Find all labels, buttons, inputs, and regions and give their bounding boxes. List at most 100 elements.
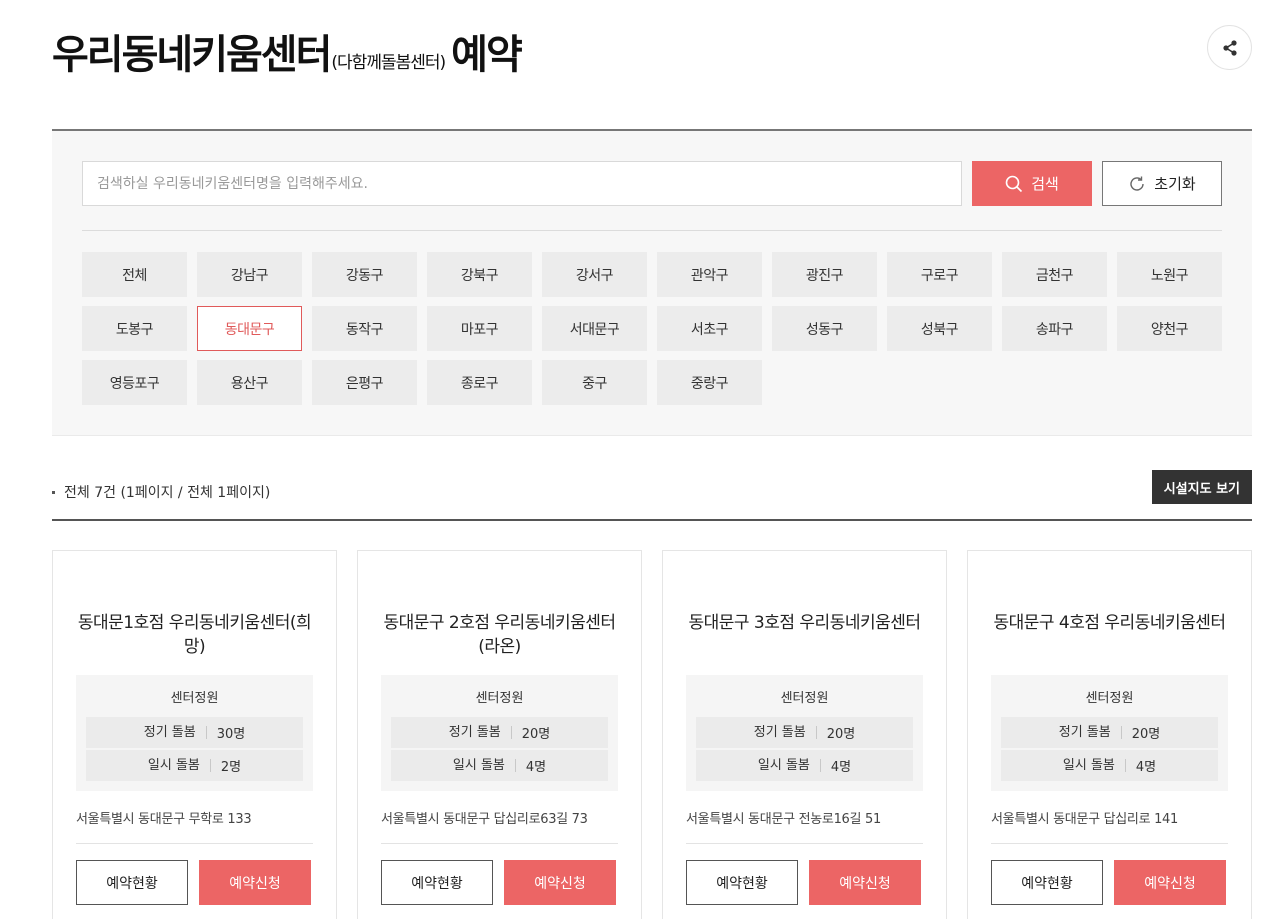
district-item[interactable]: 전체 bbox=[82, 252, 187, 297]
capacity-box: 센터정원정기 돌봄 30명일시 돌봄 2명 bbox=[76, 675, 313, 791]
center-card: 동대문구 2호점 우리동네키움센터(라온) 센터정원 정기 돌봄 20명 일시 돌봄 4명… bbox=[357, 550, 642, 919]
regular-care-value: 20명 bbox=[1131, 727, 1161, 742]
district-item[interactable]: 광진구 bbox=[772, 252, 877, 297]
temporary-care-value: 2명 bbox=[220, 760, 242, 775]
center-address: 서울특별시 동대문구 답십리로 141 bbox=[991, 812, 1178, 827]
reservation-status-button[interactable]: 예약현황 bbox=[686, 860, 798, 905]
capacity-title: 센터정원 bbox=[170, 691, 219, 706]
district-item[interactable]: 강서구 bbox=[542, 252, 647, 297]
district-filter: 전체 강남구 강동구 강북구 강서구 관악구 광진구 구로구 금천구 노원구도봉구 동대문구 동작구 마… bbox=[82, 252, 1232, 405]
temporary-care-label: 일시 돌봄 bbox=[148, 759, 211, 772]
district-item[interactable]: 구로구 bbox=[887, 252, 992, 297]
regular-care-row: 정기 돌봄 20명 bbox=[1001, 717, 1218, 748]
center-card: 동대문구 4호점 우리동네키움센터센터정원정기 돌봄 20명일시 돌봄 4명서울특별… bbox=[967, 550, 1252, 919]
regular-care-label: 정기 돌봄 bbox=[449, 726, 512, 739]
share-button[interactable] bbox=[1207, 25, 1252, 70]
district-item[interactable]: 중구 bbox=[542, 360, 647, 405]
district-item[interactable]: 중랑구 bbox=[657, 360, 762, 405]
divider bbox=[991, 843, 1228, 844]
district-item[interactable]: 성북구 bbox=[887, 306, 992, 351]
page-title-main: 우리동네키움센터 bbox=[52, 32, 332, 78]
facility-map-button[interactable]: 시설지도 보기 bbox=[1151, 470, 1252, 504]
center-address: 서울특별시 동대문구 무학로 133 bbox=[76, 812, 252, 827]
temporary-care-row: 일시 돌봄 4명 bbox=[696, 750, 913, 781]
district-item[interactable]: 도봉구 bbox=[82, 306, 187, 351]
district-item[interactable]: 노원구 bbox=[1117, 252, 1222, 297]
divider bbox=[686, 843, 923, 844]
search-panel: 검색 초기화 전체강남구강동구강북구강서구관악구광진구구로구금천구노원구도봉구동… bbox=[52, 129, 1252, 436]
center-name[interactable]: 동대문1호점 우리동네키움센터(희망) bbox=[73, 611, 316, 659]
regular-care-row: 정기 돌봄 20명 bbox=[391, 717, 608, 748]
regular-care-value: 20명 bbox=[521, 727, 551, 742]
reset-button[interactable]: 초기화 bbox=[1102, 161, 1222, 206]
district-item[interactable]: 용산구 bbox=[197, 360, 302, 405]
district-item[interactable]: 금천구 bbox=[1002, 252, 1107, 297]
district-item[interactable]: 종로구 bbox=[427, 360, 532, 405]
reset-button-label: 초기화 bbox=[1154, 175, 1196, 193]
temporary-care-value: 4명 bbox=[830, 760, 852, 775]
page-title: 우리동네키움센터 (다함께돌봄센터) 예약 bbox=[52, 22, 523, 78]
capacity-title: 센터정원 bbox=[1085, 691, 1134, 706]
capacity-box: 센터정원정기 돌봄 20명일시 돌봄 4명 bbox=[686, 675, 923, 791]
district-item[interactable]: 서대문구 bbox=[542, 306, 647, 351]
page-title-sub: (다함께돌봄센터) bbox=[331, 53, 446, 73]
search-input[interactable] bbox=[82, 161, 962, 206]
district-item[interactable]: 관악구 bbox=[657, 252, 762, 297]
capacity-box: 센터정원 정기 돌봄 20명 일시 돌봄 4명 bbox=[381, 675, 618, 791]
temporary-care-row: 일시 돌봄 4명 bbox=[391, 750, 608, 781]
reservation-apply-button[interactable]: 예약신청 bbox=[809, 860, 921, 905]
district-item[interactable]: 양천구 bbox=[1117, 306, 1222, 351]
district-item[interactable]: 송파구 bbox=[1002, 306, 1107, 351]
center-name[interactable]: 동대문구 4호점 우리동네키움센터 bbox=[988, 611, 1231, 635]
district-item[interactable]: 마포구 bbox=[427, 306, 532, 351]
temporary-care-row: 일시 돌봄 4명 bbox=[1001, 750, 1218, 781]
reservation-apply-button[interactable]: 예약신청 bbox=[1114, 860, 1226, 905]
result-bar: 전체 7건 (1페이지 / 전체 1페이지) 시설지도 보기 bbox=[52, 465, 1252, 521]
center-name[interactable]: 동대문구 3호점 우리동네키움센터 bbox=[683, 611, 926, 635]
district-item[interactable]: 영등포구 bbox=[82, 360, 187, 405]
reservation-apply-button[interactable]: 예약신청 bbox=[504, 860, 616, 905]
center-address: 서울특별시 동대문구 답십리로63길 73 bbox=[381, 812, 588, 827]
regular-care-label: 정기 돌봄 bbox=[1059, 726, 1122, 739]
search-button[interactable]: 검색 bbox=[972, 161, 1092, 206]
divider bbox=[82, 230, 1222, 231]
regular-care-label: 정기 돌봄 bbox=[144, 726, 207, 739]
regular-care-value: 30명 bbox=[216, 727, 246, 742]
center-card: 동대문구 3호점 우리동네키움센터센터정원정기 돌봄 20명일시 돌봄 4명서울특별… bbox=[662, 550, 947, 919]
temporary-care-label: 일시 돌봄 bbox=[453, 759, 516, 772]
reservation-status-button[interactable]: 예약현황 bbox=[381, 860, 493, 905]
regular-care-label: 정기 돌봄 bbox=[754, 726, 817, 739]
result-summary: 전체 7건 (1페이지 / 전체 1페이지) bbox=[52, 482, 270, 502]
regular-care-row: 정기 돌봄 20명 bbox=[696, 717, 913, 748]
center-address: 서울특별시 동대문구 전농로16길 51 bbox=[686, 812, 881, 827]
district-item[interactable]: 강동구 bbox=[312, 252, 417, 297]
refresh-icon bbox=[1130, 176, 1144, 191]
reservation-status-button[interactable]: 예약현황 bbox=[991, 860, 1103, 905]
center-name[interactable]: 동대문구 2호점 우리동네키움센터(라온) bbox=[378, 611, 621, 659]
temporary-care-row: 일시 돌봄 2명 bbox=[86, 750, 303, 781]
divider bbox=[76, 843, 313, 844]
center-card-list: 동대문1호점 우리동네키움센터(희망) 센터정원정기 돌봄 30명일시 돌봄 2명서울… bbox=[52, 550, 1252, 919]
share-icon bbox=[1222, 39, 1237, 56]
search-icon bbox=[1005, 175, 1023, 192]
district-item[interactable]: 동대문구 bbox=[197, 306, 302, 351]
temporary-care-label: 일시 돌봄 bbox=[758, 759, 821, 772]
reservation-apply-button[interactable]: 예약신청 bbox=[199, 860, 311, 905]
district-item[interactable]: 서초구 bbox=[657, 306, 762, 351]
district-item[interactable]: 동작구 bbox=[312, 306, 417, 351]
temporary-care-value: 4명 bbox=[1135, 760, 1157, 775]
divider bbox=[381, 843, 618, 844]
district-item[interactable]: 성동구 bbox=[772, 306, 877, 351]
search-button-label: 검색 bbox=[1031, 175, 1059, 193]
district-item[interactable]: 강북구 bbox=[427, 252, 532, 297]
center-card: 동대문1호점 우리동네키움센터(희망) 센터정원정기 돌봄 30명일시 돌봄 2명서울… bbox=[52, 550, 337, 919]
capacity-title: 센터정원 bbox=[780, 691, 829, 706]
district-item[interactable]: 은평구 bbox=[312, 360, 417, 405]
capacity-box: 센터정원정기 돌봄 20명일시 돌봄 4명 bbox=[991, 675, 1228, 791]
district-item[interactable]: 강남구 bbox=[197, 252, 302, 297]
page-title-end: 예약 bbox=[451, 32, 523, 78]
result-summary-text: 전체 7건 (1페이지 / 전체 1페이지) bbox=[64, 485, 271, 501]
reservation-status-button[interactable]: 예약현황 bbox=[76, 860, 188, 905]
bullet-icon bbox=[52, 490, 55, 494]
temporary-care-value: 4명 bbox=[525, 760, 547, 775]
